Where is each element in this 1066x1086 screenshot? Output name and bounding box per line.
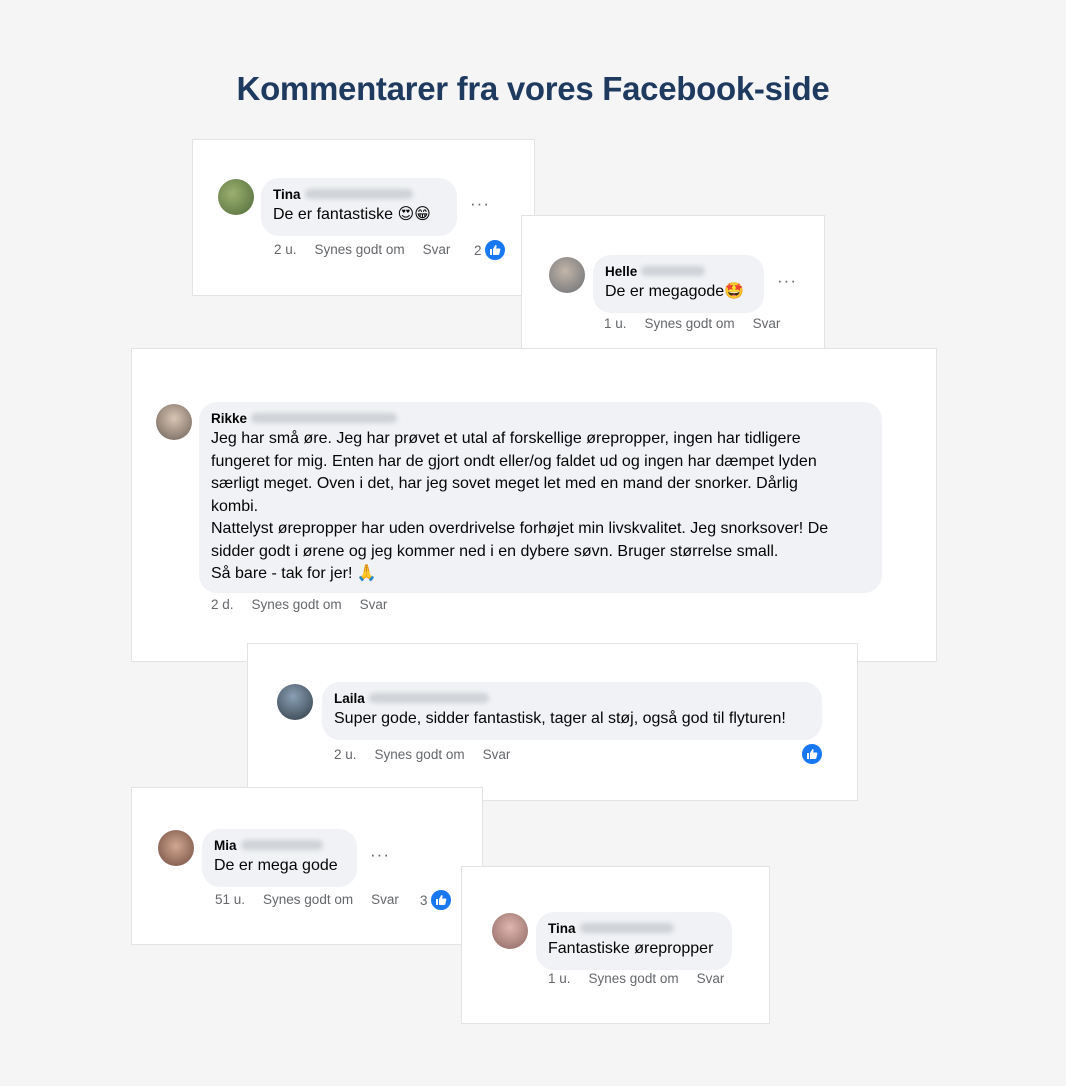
comment-actions: 2 u. Synes godt om Svar	[274, 242, 468, 257]
like-link[interactable]: Synes godt om	[315, 242, 405, 257]
reply-link[interactable]: Svar	[423, 242, 451, 257]
comment-bubble: Tina Fantastiske ørepropper	[536, 912, 732, 970]
comment-actions: 1 u. Synes godt om Svar	[604, 316, 798, 331]
comment-text-line: Nattelyst ørepropper har uden overdrivel…	[211, 520, 829, 537]
comment-card-tina: Tina De er fantastiske 😍😁 ··· 2 u. Synes …	[192, 139, 535, 296]
avatar[interactable]	[156, 404, 192, 440]
comment-time[interactable]: 2 u.	[334, 747, 357, 762]
blurred-surname	[368, 693, 489, 704]
more-options-icon[interactable]: ···	[470, 194, 490, 214]
comment-text-line: kombi.	[211, 497, 259, 515]
comment-text: De er mega gode	[214, 857, 338, 874]
comment-text-line: Så bare - tak for jer! 🙏	[211, 565, 377, 582]
comment-actions: 1 u. Synes godt om Svar	[548, 971, 742, 986]
reaction-count-value: 3	[420, 892, 428, 908]
more-options-icon[interactable]: ···	[370, 845, 390, 865]
author-name[interactable]: Tina	[548, 921, 576, 936]
comment-text: De er fantastiske 😍😁	[273, 206, 431, 223]
reaction-count[interactable]	[799, 743, 823, 765]
author-name[interactable]: Helle	[605, 264, 637, 279]
comment-text: Super gode, sidder fantastisk, tager al …	[334, 710, 786, 727]
comment-bubble: Rikke Jeg har små øre. Jeg har prøvet et…	[199, 402, 882, 593]
reaction-count[interactable]: 2	[474, 239, 506, 261]
comment-card-rikke: Rikke Jeg har små øre. Jeg har prøvet et…	[131, 348, 937, 662]
more-options-icon[interactable]: ···	[777, 271, 797, 291]
comment-text-line: Jeg har små øre. Jeg har prøvet et utal …	[211, 430, 801, 447]
comment-time[interactable]: 1 u.	[604, 316, 627, 331]
like-link[interactable]: Synes godt om	[645, 316, 735, 331]
like-link[interactable]: Synes godt om	[589, 971, 679, 986]
comment-time[interactable]: 2 u.	[274, 242, 297, 257]
author-name[interactable]: Laila	[334, 691, 365, 706]
blurred-surname	[240, 840, 323, 851]
blurred-surname	[251, 413, 398, 424]
avatar[interactable]	[492, 913, 528, 949]
reply-link[interactable]: Svar	[371, 892, 399, 907]
comment-time[interactable]: 51 u.	[215, 892, 245, 907]
comment-text: De er megagode🤩	[605, 283, 745, 300]
author-name[interactable]: Tina	[273, 187, 301, 202]
avatar[interactable]	[549, 257, 585, 293]
reaction-count-value: 2	[474, 242, 482, 258]
thumbs-up-icon	[429, 889, 452, 911]
author-name[interactable]: Mia	[214, 838, 237, 853]
comment-actions: 2 u. Synes godt om Svar	[334, 747, 528, 762]
reaction-count[interactable]: 3	[420, 889, 452, 911]
comment-actions: 2 d. Synes godt om Svar	[211, 597, 405, 612]
comment-text-line: fungeret for mig. Enten har de gjort ond…	[211, 452, 817, 470]
page-title: Kommentarer fra vores Facebook-side	[236, 70, 830, 108]
thumbs-up-icon	[801, 743, 823, 765]
comment-card-laila: Laila Super gode, sidder fantastisk, tag…	[247, 643, 858, 801]
thumbs-up-icon	[483, 239, 506, 261]
blurred-surname	[579, 923, 674, 934]
like-link[interactable]: Synes godt om	[263, 892, 353, 907]
reply-link[interactable]: Svar	[697, 971, 725, 986]
avatar[interactable]	[158, 830, 194, 866]
reply-link[interactable]: Svar	[483, 747, 511, 762]
comment-card-mia: Mia De er mega gode ··· 51 u. Synes godt …	[131, 787, 483, 945]
comment-time[interactable]: 2 d.	[211, 597, 234, 612]
comment-bubble: Mia De er mega gode	[202, 829, 357, 887]
avatar[interactable]	[218, 179, 254, 215]
reply-link[interactable]: Svar	[753, 316, 781, 331]
comment-text-line: særligt meget. Oven i det, har jeg sovet…	[211, 475, 798, 492]
comment-bubble: Helle De er megagode🤩	[593, 255, 764, 313]
comment-actions: 51 u. Synes godt om Svar	[215, 892, 417, 907]
blurred-surname	[641, 266, 706, 277]
comment-text-line: sidder godt i ørene og jeg kommer ned i …	[211, 542, 779, 560]
avatar[interactable]	[277, 684, 313, 720]
comment-time[interactable]: 1 u.	[548, 971, 571, 986]
comment-bubble: Laila Super gode, sidder fantastisk, tag…	[322, 682, 822, 740]
comment-card-tina-2: Tina Fantastiske ørepropper 1 u. Synes go…	[461, 866, 770, 1024]
like-link[interactable]: Synes godt om	[252, 597, 342, 612]
reply-link[interactable]: Svar	[360, 597, 388, 612]
blurred-surname	[304, 189, 413, 200]
like-link[interactable]: Synes godt om	[375, 747, 465, 762]
comment-bubble: Tina De er fantastiske 😍😁	[261, 178, 457, 236]
author-name[interactable]: Rikke	[211, 411, 247, 426]
comment-text: Fantastiske ørepropper	[548, 940, 714, 957]
